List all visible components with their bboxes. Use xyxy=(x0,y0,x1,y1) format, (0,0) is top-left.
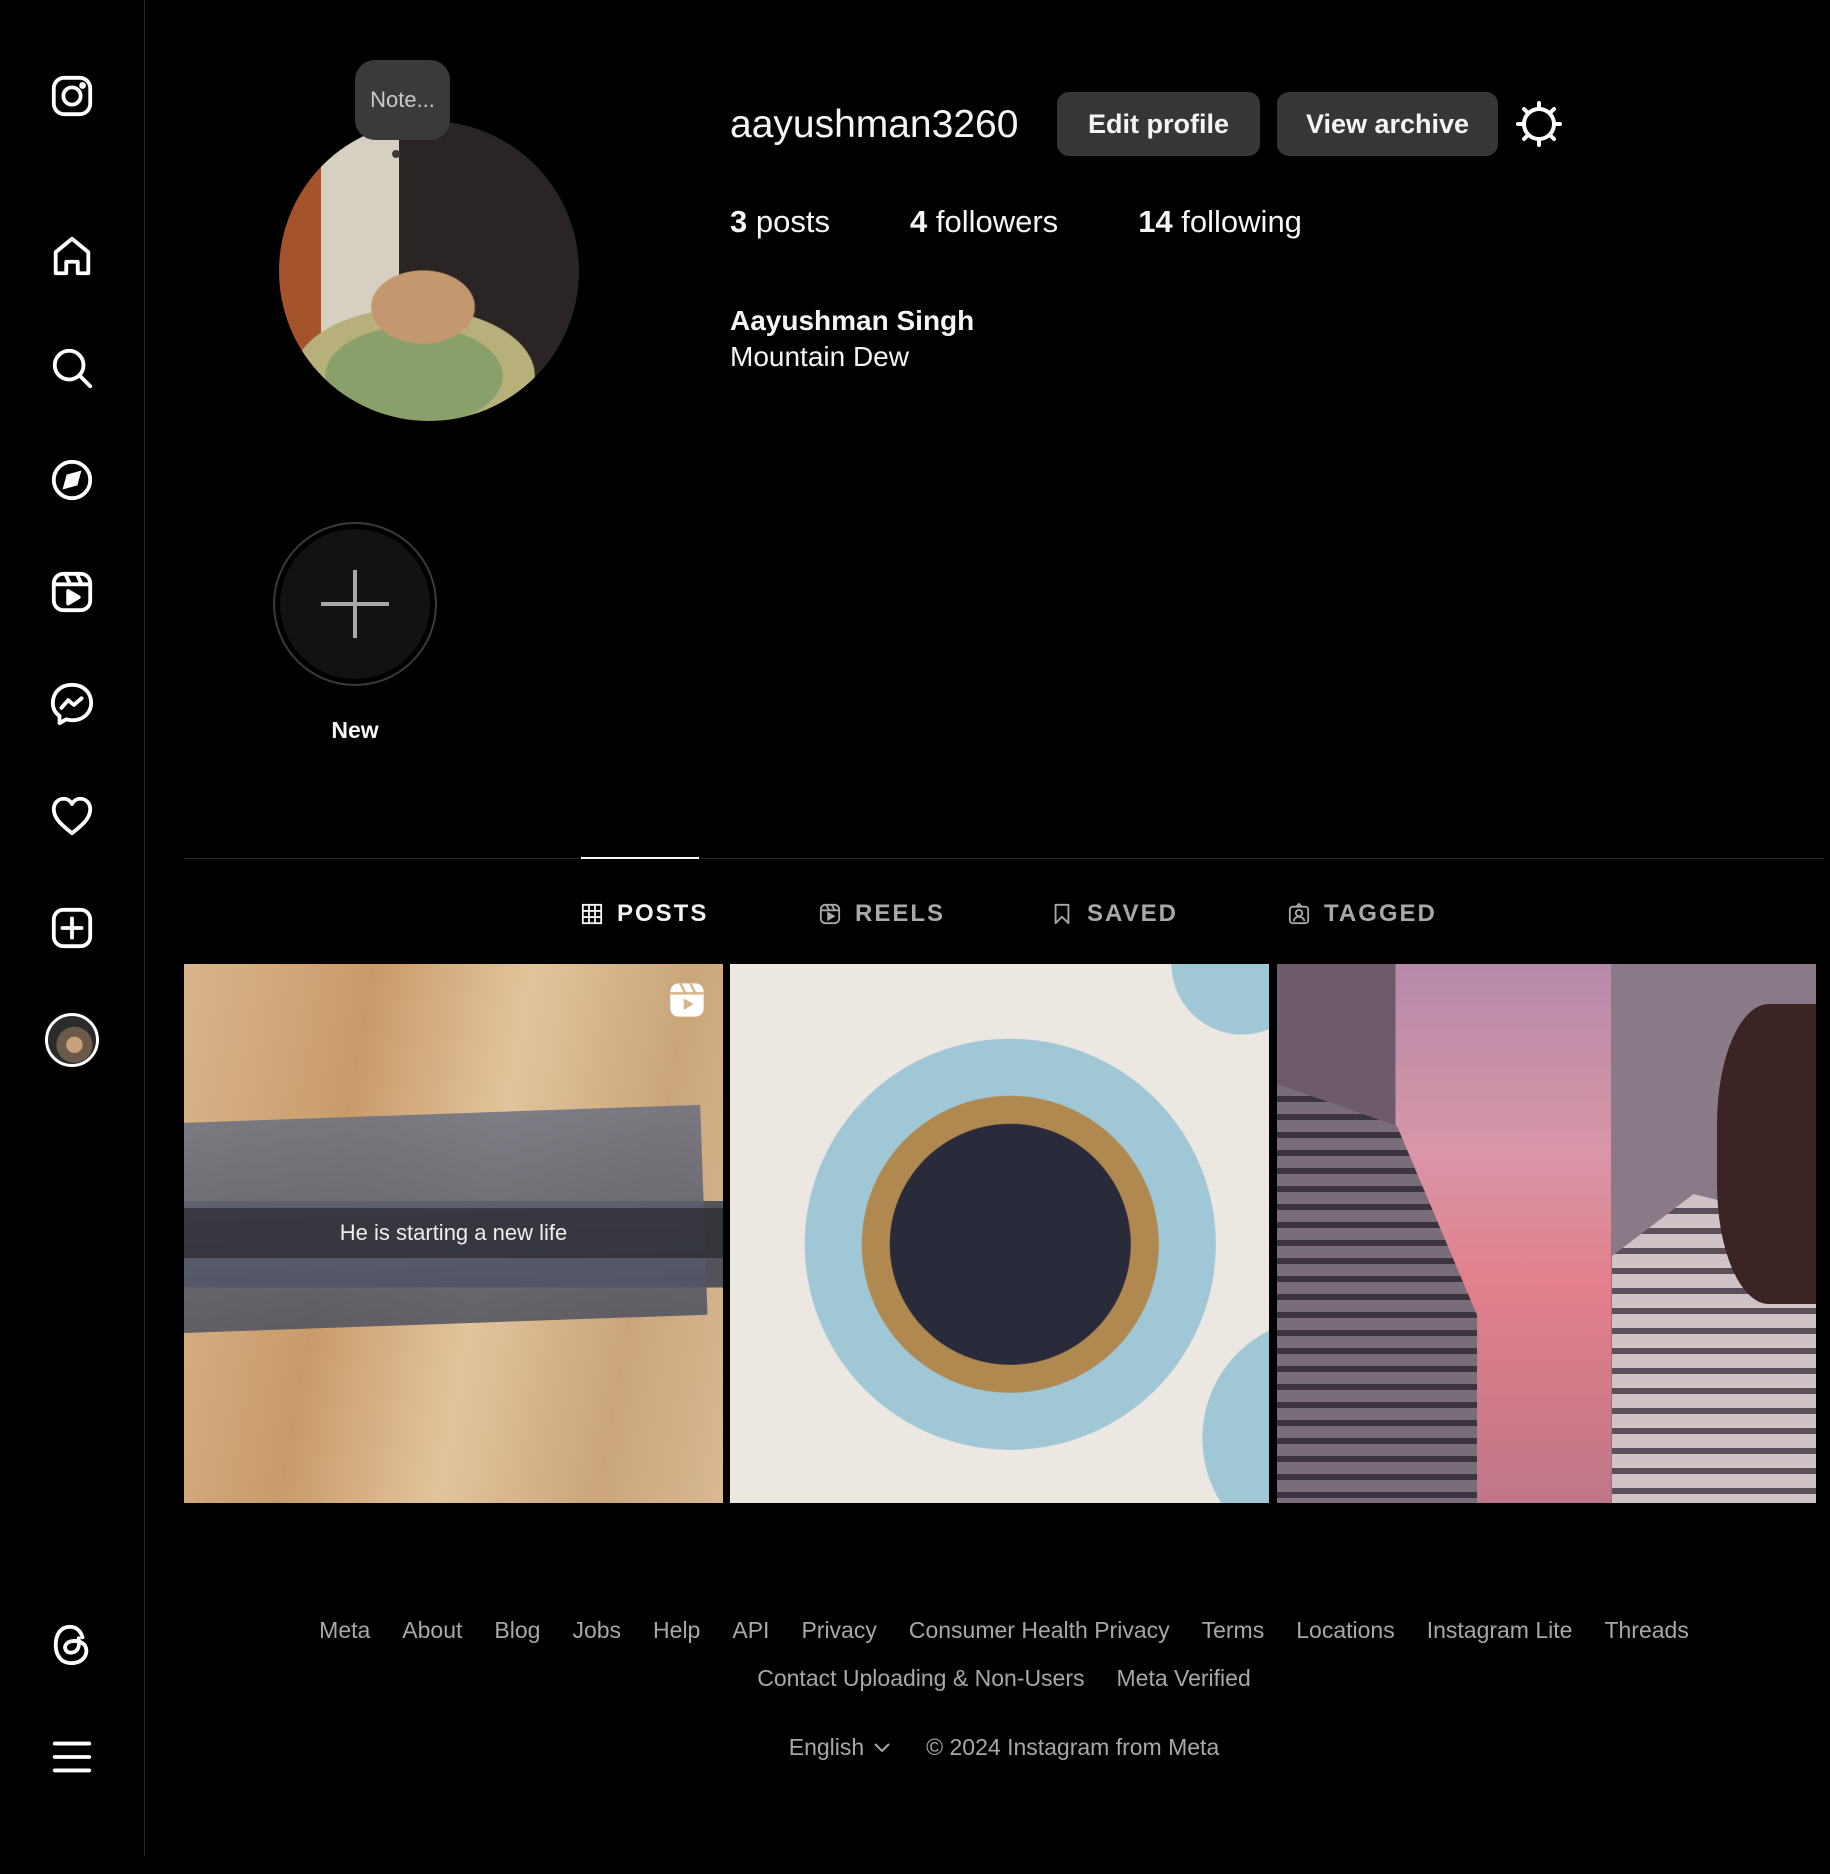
footer-links: Meta About Blog Jobs Help API Privacy Co… xyxy=(184,1617,1824,1713)
active-tab-indicator xyxy=(581,857,699,859)
language-selector[interactable]: English xyxy=(789,1734,892,1761)
reels-icon[interactable] xyxy=(44,564,100,620)
threads-icon[interactable] xyxy=(44,1617,100,1673)
edit-profile-button[interactable]: Edit profile xyxy=(1057,92,1260,156)
posts-stat: 3 posts xyxy=(730,204,830,239)
following-stat[interactable]: 14 following xyxy=(1138,204,1302,240)
footer-link[interactable]: Meta xyxy=(319,1617,370,1644)
footer-link[interactable]: Instagram Lite xyxy=(1427,1617,1573,1644)
reel-badge-icon xyxy=(670,982,704,1017)
footer-link[interactable]: Jobs xyxy=(572,1617,621,1644)
post-image-shape xyxy=(1717,1004,1816,1304)
footer-link[interactable]: Consumer Health Privacy xyxy=(909,1617,1170,1644)
footer-link[interactable]: Threads xyxy=(1604,1617,1688,1644)
post-image-shape xyxy=(1277,1084,1477,1503)
tab-saved[interactable]: SAVED xyxy=(1051,898,1178,930)
tabs-divider xyxy=(184,858,1824,859)
footer-link[interactable]: Blog xyxy=(494,1617,540,1644)
avatar xyxy=(45,1013,99,1067)
full-name: Aayushman Singh xyxy=(730,305,975,336)
search-icon[interactable] xyxy=(44,340,100,396)
instagram-logo-icon[interactable] xyxy=(44,68,100,124)
tagged-icon xyxy=(1288,903,1310,925)
gear-icon[interactable] xyxy=(1514,99,1564,149)
footer-link[interactable]: Terms xyxy=(1202,1617,1265,1644)
username: aayushman3260 xyxy=(730,103,1019,146)
explore-icon[interactable] xyxy=(44,452,100,508)
tab-posts[interactable]: POSTS xyxy=(581,898,708,930)
profile-stats: 3 posts 4 followers 14 following xyxy=(730,204,1382,240)
footer-bottom: English © 2024 Instagram from Meta xyxy=(184,1734,1824,1761)
new-highlight-label: New xyxy=(331,717,379,743)
post-caption-overlay: He is starting a new life xyxy=(184,1208,723,1258)
language-label: English xyxy=(788,1734,865,1760)
followers-stat[interactable]: 4 followers xyxy=(910,204,1058,240)
footer-link[interactable]: Contact Uploading & Non-Users xyxy=(757,1665,1084,1692)
footer-link[interactable]: Locations xyxy=(1296,1617,1394,1644)
grid-icon xyxy=(581,903,603,925)
sidebar xyxy=(0,0,145,1856)
view-archive-button[interactable]: View archive xyxy=(1277,92,1498,156)
new-highlight-button[interactable] xyxy=(273,522,437,686)
post-thumbnail-2[interactable] xyxy=(730,964,1269,1503)
footer-link[interactable]: Privacy xyxy=(801,1617,876,1644)
create-icon[interactable] xyxy=(44,900,100,956)
note-bubble[interactable]: Note... xyxy=(355,60,450,140)
post-thumbnail-3[interactable] xyxy=(1277,964,1816,1503)
tab-tagged[interactable]: TAGGED xyxy=(1288,898,1437,930)
footer-link[interactable]: Help xyxy=(653,1617,700,1644)
home-icon[interactable] xyxy=(44,228,100,284)
note-dot xyxy=(392,150,400,158)
footer-link[interactable]: About xyxy=(402,1617,462,1644)
tab-reels[interactable]: REELS xyxy=(819,898,945,930)
plus-icon xyxy=(321,570,389,638)
reels-icon xyxy=(819,903,841,925)
profile-avatar[interactable] xyxy=(44,1012,100,1068)
footer-link[interactable]: Meta Verified xyxy=(1117,1665,1251,1692)
menu-icon[interactable] xyxy=(44,1729,100,1785)
bio: Mountain Dew xyxy=(730,341,909,372)
messenger-icon[interactable] xyxy=(44,676,100,732)
copyright: © 2024 Instagram from Meta xyxy=(926,1734,1220,1760)
chevron-down-icon xyxy=(874,1742,890,1752)
footer-link[interactable]: API xyxy=(732,1617,769,1644)
heart-icon[interactable] xyxy=(44,788,100,844)
profile-picture[interactable] xyxy=(279,121,579,421)
bookmark-icon xyxy=(1054,903,1070,925)
post-thumbnail-1[interactable]: He is starting a new life xyxy=(184,964,723,1503)
